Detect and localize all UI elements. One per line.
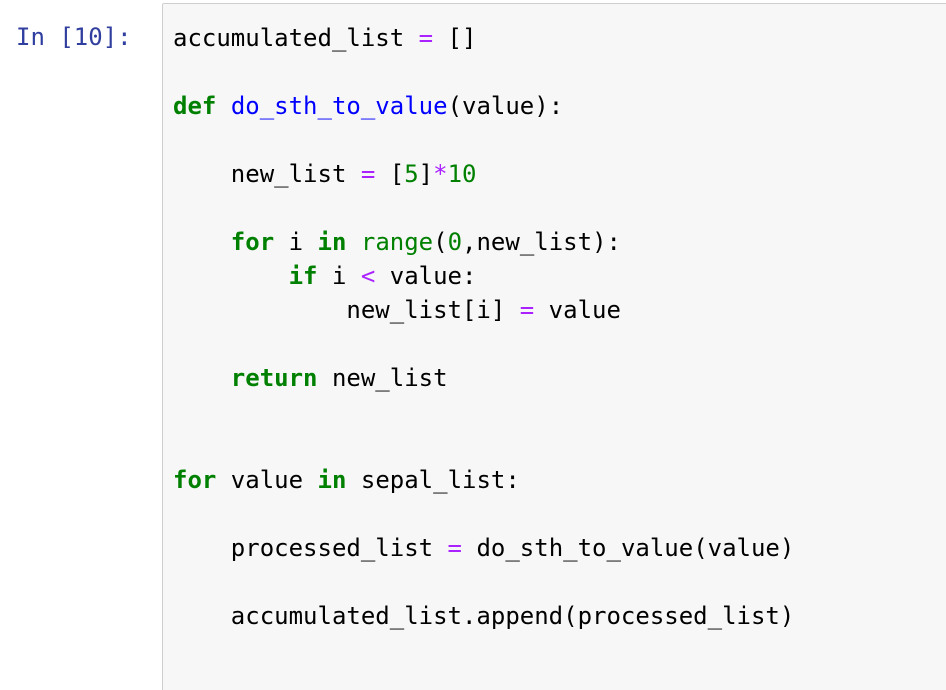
code-token: def xyxy=(173,92,217,120)
code-line: new_list[i] = value xyxy=(173,293,794,327)
code-token: = xyxy=(447,534,462,562)
code-token: in xyxy=(317,466,347,494)
code-token: value: xyxy=(375,262,477,290)
code-block[interactable]: accumulated_list = [] def do_sth_to_value… xyxy=(173,21,794,667)
code-token: in xyxy=(317,228,347,256)
code-token: = xyxy=(519,296,535,324)
code-token: value xyxy=(216,466,318,494)
code-token: ] xyxy=(418,160,434,188)
code-line: processed_list = do_sth_to_value(value) xyxy=(173,531,795,565)
code-token: [ xyxy=(375,160,405,188)
code-token: for xyxy=(173,466,217,494)
code-line: def do_sth_to_value(value): xyxy=(173,89,794,123)
code-line: new_list = [5]*10 xyxy=(173,157,794,191)
code-editor[interactable]: accumulated_list = [] def do_sth_to_value… xyxy=(162,3,946,690)
code-token: sepal_list: xyxy=(346,466,520,494)
code-token: i xyxy=(274,228,318,256)
code-line: if i < value: xyxy=(173,259,794,293)
code-token: value xyxy=(534,296,621,324)
code-token: 5 xyxy=(404,160,419,188)
notebook-code-cell: In [10]: accumulated_list = [] def do_sth… xyxy=(0,0,946,690)
code-token: * xyxy=(433,160,448,188)
code-token: accumulated_list.append(processed_list) xyxy=(173,602,795,630)
code-token: new_list[i] xyxy=(173,296,520,324)
code-token: (value): xyxy=(447,92,564,120)
code-token: if xyxy=(288,262,318,290)
code-token: processed_list xyxy=(173,534,448,562)
code-token: = xyxy=(418,24,434,52)
code-token: ,new_list): xyxy=(462,228,621,256)
code-token: new_list xyxy=(173,160,361,188)
code-token: return xyxy=(230,364,318,392)
code-line: for value in sepal_list: xyxy=(173,463,794,497)
code-token: do_sth_to_value xyxy=(230,92,448,120)
code-token: do_sth_to_value(value) xyxy=(462,534,795,562)
code-token: for xyxy=(230,228,275,256)
code-line: accumulated_list = [] xyxy=(173,21,794,55)
code-line: for i in range(0,new_list): xyxy=(173,225,794,259)
code-token: < xyxy=(360,262,376,290)
code-token: 0 xyxy=(447,228,463,256)
code-token: 10 xyxy=(447,160,477,188)
code-token: accumulated_list xyxy=(173,24,419,52)
code-token: new_list xyxy=(317,364,448,392)
code-line: return new_list xyxy=(173,361,794,395)
code-line: accumulated_list.append(processed_list) xyxy=(173,599,795,633)
code-token: i xyxy=(317,262,361,290)
code-token: ( xyxy=(433,228,448,256)
input-prompt: In [10]: xyxy=(16,23,132,51)
code-token: = xyxy=(360,160,376,188)
code-token: [] xyxy=(433,24,477,52)
code-token: range xyxy=(360,228,434,256)
